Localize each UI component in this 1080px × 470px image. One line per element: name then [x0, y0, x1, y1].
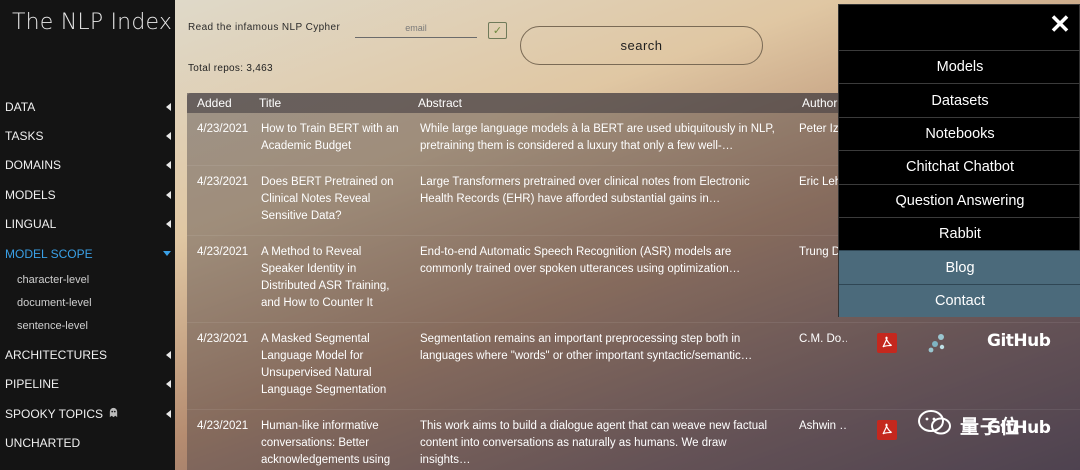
paper-abstract: Segmentation remains an important prepro… [420, 333, 753, 362]
sidebar-item-lingual[interactable]: LINGUAL [0, 210, 175, 239]
watermark-text: 量子位 [960, 415, 1021, 438]
paper-title[interactable]: Human-like informative conversations: Be… [261, 418, 401, 469]
paper-title[interactable]: A Masked Segmental Language Model for Un… [261, 331, 401, 399]
column-header-abstract[interactable]: Abstract [418, 96, 462, 110]
menu-item-models[interactable]: Models [839, 50, 1080, 83]
menu-item-rabbit[interactable]: Rabbit [839, 216, 1080, 250]
sidebar: The NLP Index DATA TASKS DOMAINS MODELS … [0, 0, 175, 470]
menu-item-question-answering[interactable]: Question Answering [839, 183, 1080, 217]
sidebar-item-label: DOMAINS [5, 158, 62, 173]
caret-left-icon [166, 102, 171, 111]
paper-abstract: End-to-end Automatic Speech Recognition … [420, 246, 741, 275]
caret-left-icon [166, 220, 171, 229]
sidebar-item-label: LINGUAL [5, 217, 57, 232]
sidebar-subitem-document-level[interactable]: document-level [0, 291, 175, 314]
sidebar-item-label: DATA [5, 99, 36, 114]
pdf-icon[interactable] [877, 420, 897, 440]
paper-author: C.M. Do… [799, 333, 847, 345]
nav-menu: ✕ Models Datasets Notebooks Chitchat Cha… [838, 4, 1080, 318]
menu-item-datasets[interactable]: Datasets [839, 83, 1080, 116]
caret-left-icon [166, 132, 171, 141]
column-header-title[interactable]: Title [259, 96, 281, 110]
menu-item-contact[interactable]: Contact [839, 283, 1080, 318]
sidebar-item-uncharted[interactable]: UNCHARTED [0, 429, 175, 458]
sidebar-item-label: UNCHARTED [5, 436, 81, 451]
caret-left-icon [166, 190, 171, 199]
caret-left-icon [166, 351, 171, 360]
caret-left-icon [166, 380, 171, 389]
menu-item-chitchat-chatbot[interactable]: Chitchat Chatbot [839, 150, 1080, 183]
sidebar-subitem-character-level[interactable]: character-level [0, 268, 175, 291]
sidebar-item-label: SPOOKY TOPICS [5, 406, 104, 421]
check-icon: ✓ [492, 25, 503, 37]
added-date: 4/23/2021 [197, 246, 249, 258]
menu-item-notebooks[interactable]: Notebooks [839, 116, 1080, 150]
added-date: 4/23/2021 [197, 333, 249, 345]
sidebar-item-label: PIPELINE [5, 377, 60, 392]
caret-left-icon [166, 161, 171, 170]
site-logo[interactable]: The NLP Index [0, 0, 175, 35]
paper-author: Ashwin … [799, 420, 847, 432]
papers-with-code-icon[interactable] [927, 332, 949, 354]
ghost-icon [108, 407, 119, 421]
newsletter-label: Read the infamous NLP Cypher [188, 22, 341, 33]
paper-title[interactable]: How to Train BERT with an Academic Budge… [261, 121, 401, 155]
sidebar-item-label: ARCHITECTURES [5, 348, 108, 363]
sidebar-nav: DATA TASKS DOMAINS MODELS LINGUAL MODEL … [0, 92, 175, 458]
sidebar-item-pipeline[interactable]: PIPELINE [0, 370, 175, 399]
sidebar-item-tasks[interactable]: TASKS [0, 121, 175, 150]
column-header-author[interactable]: Author [802, 96, 837, 110]
paper-abstract: This work aims to build a dialogue agent… [420, 420, 768, 466]
github-link[interactable]: GitHub [987, 333, 1051, 350]
pdf-icon[interactable] [877, 333, 897, 353]
caret-down-icon [163, 251, 171, 257]
added-date: 4/23/2021 [197, 176, 249, 188]
paper-title[interactable]: Does BERT Pretrained on Clinical Notes R… [261, 174, 401, 225]
sidebar-item-models[interactable]: MODELS [0, 180, 175, 209]
wechat-icon [918, 409, 952, 442]
table-row[interactable]: 4/23/2021 A Masked Segmental Language Mo… [187, 323, 1080, 410]
sidebar-item-label: TASKS [5, 129, 44, 144]
paper-abstract: Large Transformers pretrained over clini… [420, 176, 750, 205]
sidebar-item-model-scope[interactable]: MODEL SCOPE [0, 239, 175, 268]
menu-item-blog[interactable]: Blog [839, 250, 1080, 284]
paper-title[interactable]: A Method to Reveal Speaker Identity in D… [261, 244, 401, 312]
sidebar-item-architectures[interactable]: ARCHITECTURES [0, 340, 175, 369]
sidebar-item-label: MODEL SCOPE [5, 246, 93, 261]
added-date: 4/23/2021 [197, 420, 249, 432]
sidebar-item-domains[interactable]: DOMAINS [0, 151, 175, 180]
column-header-added[interactable]: Added [197, 96, 232, 110]
menu-list: Models Datasets Notebooks Chitchat Chatb… [839, 50, 1080, 318]
close-icon[interactable]: ✕ [1047, 11, 1073, 37]
sidebar-item-label: MODELS [5, 187, 56, 202]
email-field[interactable] [355, 18, 477, 38]
paper-abstract: While large language models à la BERT ar… [420, 123, 775, 152]
sidebar-item-data[interactable]: DATA [0, 92, 175, 121]
total-repos-count: Total repos: 3,463 [188, 63, 273, 74]
watermark: 量子位 [918, 408, 1058, 442]
caret-left-icon [166, 409, 171, 418]
search-button[interactable]: search [520, 26, 763, 65]
added-date: 4/23/2021 [197, 123, 249, 135]
sidebar-subitem-sentence-level[interactable]: sentence-level [0, 314, 175, 337]
subscribe-checkbox[interactable]: ✓ [488, 22, 507, 39]
sidebar-item-spooky-topics[interactable]: SPOOKY TOPICS [0, 399, 175, 428]
